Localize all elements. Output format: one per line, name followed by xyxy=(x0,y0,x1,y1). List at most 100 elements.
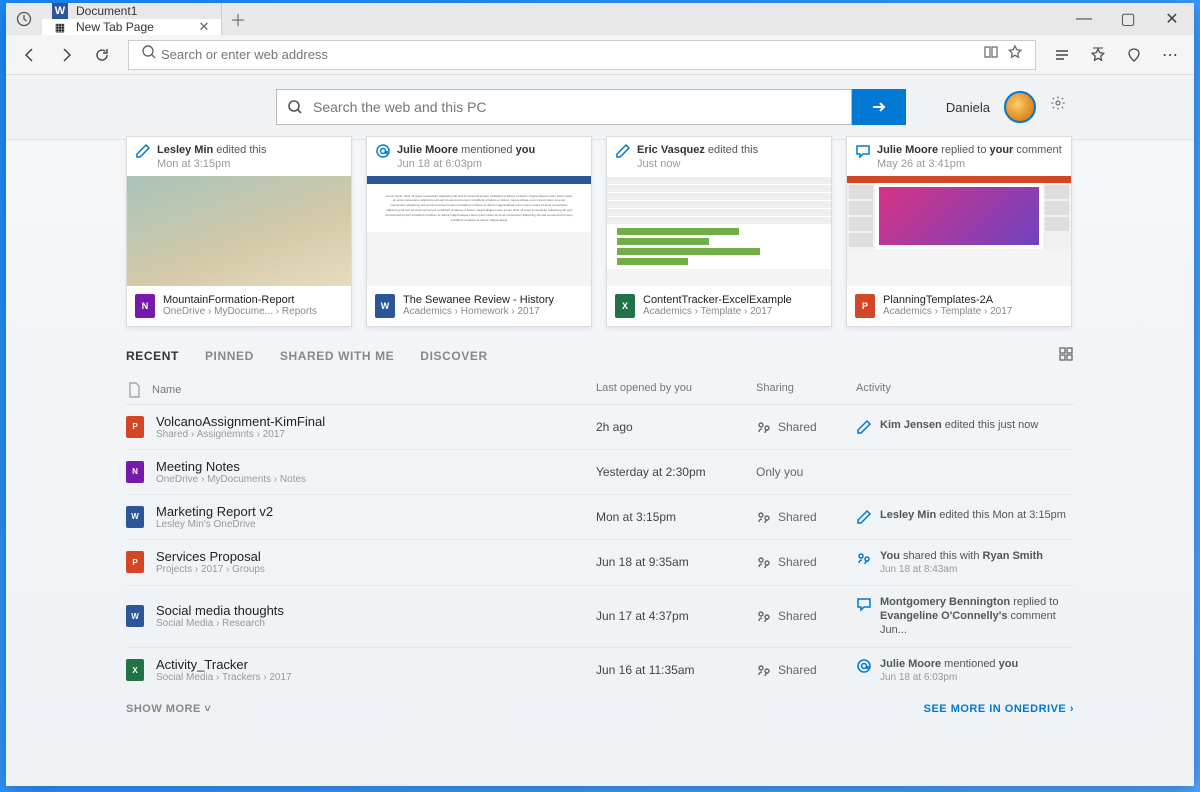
file-path: OneDrive › MyDocume... › Reports xyxy=(163,306,317,317)
avatar[interactable] xyxy=(1004,91,1036,123)
file-icon xyxy=(126,382,142,398)
search-row: Daniela xyxy=(6,75,1194,140)
list-header: Name Last opened by you Sharing Activity xyxy=(126,368,1074,404)
settings-gear-icon[interactable] xyxy=(1050,95,1074,119)
comment-icon xyxy=(855,143,871,159)
file-path: Academics › Homework › 2017 xyxy=(403,306,554,317)
mention-icon xyxy=(856,658,872,674)
activity-text: Montgomery Bennington replied to Evangel… xyxy=(880,595,1074,638)
minimize-button[interactable]: ― xyxy=(1062,3,1106,35)
activity-text: Kim Jensen edited this just now xyxy=(880,418,1038,432)
file-path: Social Media › Research xyxy=(156,618,284,629)
close-button[interactable]: ✕ xyxy=(1150,3,1194,35)
last-opened: 2h ago xyxy=(596,420,756,434)
file-name: Meeting Notes xyxy=(156,459,306,474)
file-name: ContentTracker-ExcelExample xyxy=(643,294,792,306)
activity-text: You shared this with Ryan SmithJun 18 at… xyxy=(880,549,1043,576)
sharing-status: Shared xyxy=(756,662,856,678)
activity-card[interactable]: Julie Moore replied to your comment May … xyxy=(846,136,1072,327)
file-type-icon: W xyxy=(375,294,395,318)
file-type-icon: W xyxy=(126,506,144,528)
edit-icon xyxy=(135,143,151,159)
activity-card[interactable]: Lesley Min edited this Mon at 3:15pm N M… xyxy=(126,136,352,327)
activity-card[interactable]: Julie Moore mentioned you Jun 18 at 6:03… xyxy=(366,136,592,327)
file-name: PlanningTemplates-2A xyxy=(883,294,1012,306)
new-tab-button[interactable]: ＋ xyxy=(222,3,254,35)
file-path: Social Media › Trackers › 2017 xyxy=(156,672,292,683)
reading-view-icon[interactable] xyxy=(979,44,1003,65)
user-name[interactable]: Daniela xyxy=(946,100,990,115)
see-more-onedrive-link[interactable]: SEE MORE IN ONEDRIVE › xyxy=(924,703,1074,715)
mention-icon xyxy=(375,143,391,159)
file-path: Academics › Template › 2017 xyxy=(643,306,792,317)
address-bar[interactable] xyxy=(128,40,1036,70)
tab-close-icon[interactable]: ✕ xyxy=(197,20,211,34)
file-row[interactable]: X Activity_Tracker Social Media › Tracke… xyxy=(126,647,1074,693)
file-type-icon: X xyxy=(615,294,635,318)
show-more-button[interactable]: SHOW MORE ˅ xyxy=(126,703,211,715)
history-icon[interactable] xyxy=(6,3,42,35)
file-type-icon: X xyxy=(126,659,144,681)
file-row[interactable]: N Meeting Notes OneDrive › MyDocuments ›… xyxy=(126,449,1074,494)
file-type-icon: P xyxy=(126,416,144,438)
titlebar: WDocument1▦New Tab Page✕ ＋ ― ▢ ✕ xyxy=(6,3,1194,35)
file-path: Academics › Template › 2017 xyxy=(883,306,1012,317)
more-button[interactable]: ⋯ xyxy=(1154,39,1186,71)
search-submit-button[interactable] xyxy=(852,89,906,125)
search-icon xyxy=(137,44,161,65)
last-opened: Jun 18 at 9:35am xyxy=(596,555,756,569)
activity-cards: Lesley Min edited this Mon at 3:15pm N M… xyxy=(6,136,1194,327)
col-sharing: Sharing xyxy=(756,382,856,398)
browser-tab[interactable]: ▦New Tab Page✕ xyxy=(42,19,222,35)
card-activity-text: Julie Moore mentioned you Jun 18 at 6:03… xyxy=(397,143,535,172)
file-row[interactable]: P VolcanoAssignment-KimFinal Shared › As… xyxy=(126,404,1074,449)
sharing-status: Shared xyxy=(756,554,856,570)
share-icon xyxy=(856,550,872,566)
favorite-icon[interactable] xyxy=(1003,44,1027,65)
edit-icon xyxy=(856,509,872,525)
list-tab-pinned[interactable]: PINNED xyxy=(205,345,254,367)
refresh-button[interactable] xyxy=(86,39,118,71)
file-path: Shared › Assignemnts › 2017 xyxy=(156,429,325,440)
list-tab-discover[interactable]: DISCOVER xyxy=(420,345,487,367)
list-tab-recent[interactable]: RECENT xyxy=(126,345,179,367)
last-opened: Jun 16 at 11:35am xyxy=(596,663,756,677)
file-name: Activity_Tracker xyxy=(156,657,292,672)
address-input[interactable] xyxy=(161,47,979,62)
card-activity-text: Eric Vasquez edited this Just now xyxy=(637,143,758,172)
file-name: Services Proposal xyxy=(156,549,265,564)
search-input[interactable] xyxy=(313,99,841,115)
file-type-icon: W xyxy=(126,605,144,627)
notes-button[interactable] xyxy=(1118,39,1150,71)
sharing-status: Shared xyxy=(756,419,856,435)
file-row[interactable]: W Social media thoughts Social Media › R… xyxy=(126,585,1074,647)
search-box[interactable] xyxy=(276,89,852,125)
forward-button[interactable] xyxy=(50,39,82,71)
card-activity-text: Julie Moore replied to your comment May … xyxy=(877,143,1062,172)
hub-button[interactable] xyxy=(1046,39,1078,71)
edit-icon xyxy=(856,419,872,435)
file-type-icon: P xyxy=(855,294,875,318)
file-row[interactable]: W Marketing Report v2 Lesley Min's OneDr… xyxy=(126,494,1074,539)
sharing-status: Shared xyxy=(756,608,856,624)
last-opened: Yesterday at 2:30pm xyxy=(596,465,756,479)
back-button[interactable] xyxy=(14,39,46,71)
file-type-icon: N xyxy=(126,461,144,483)
list-tabs: RECENT PINNED SHARED WITH ME DISCOVER xyxy=(126,345,1074,368)
list-tab-shared-with-me[interactable]: SHARED WITH ME xyxy=(280,345,394,367)
sharing-status: Shared xyxy=(756,509,856,525)
maximize-button[interactable]: ▢ xyxy=(1106,3,1150,35)
favorites-button[interactable] xyxy=(1082,39,1114,71)
grid-view-icon[interactable] xyxy=(1058,346,1074,365)
file-path: OneDrive › MyDocuments › Notes xyxy=(156,474,306,485)
file-row[interactable]: P Services Proposal Projects › 2017 › Gr… xyxy=(126,539,1074,585)
tab-label: New Tab Page xyxy=(76,20,197,34)
activity-text: Lesley Min edited this Mon at 3:15pm xyxy=(880,508,1066,522)
browser-window: WDocument1▦New Tab Page✕ ＋ ― ▢ ✕ ⋯ xyxy=(6,3,1194,786)
activity-card[interactable]: Eric Vasquez edited this Just now X Cont… xyxy=(606,136,832,327)
file-path: Lesley Min's OneDrive xyxy=(156,519,273,530)
file-name: VolcanoAssignment-KimFinal xyxy=(156,414,325,429)
browser-tab[interactable]: WDocument1 xyxy=(42,3,222,19)
card-preview xyxy=(607,176,831,286)
file-name: The Sewanee Review - History xyxy=(403,294,554,306)
